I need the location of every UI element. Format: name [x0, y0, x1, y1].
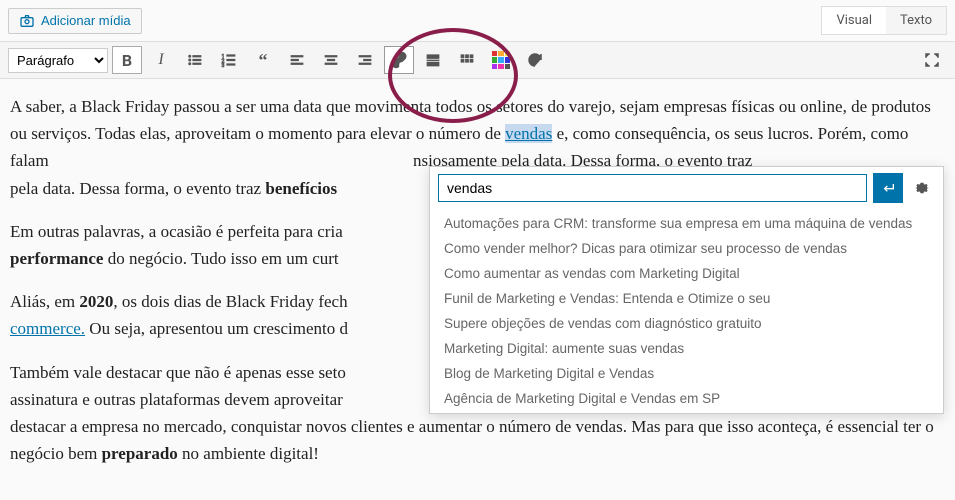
color-grid-icon [492, 51, 510, 69]
link-commerce[interactable]: commerce. [10, 319, 85, 338]
add-media-label: Adicionar mídia [41, 13, 131, 28]
align-left-button[interactable] [282, 46, 312, 74]
toolbar-toggle-button[interactable] [452, 46, 482, 74]
bold-button[interactable]: B [112, 46, 142, 74]
link-insert-popup: Automações para CRM: transforme sua empr… [429, 166, 944, 414]
numbered-list-button[interactable]: 123 [214, 46, 244, 74]
align-left-icon [288, 51, 306, 69]
italic-button[interactable]: I [146, 46, 176, 74]
add-media-button[interactable]: Adicionar mídia [8, 8, 142, 34]
suggestion-item[interactable]: Marketing Digital: aumente suas vendas [430, 336, 943, 361]
camera-icon [19, 13, 35, 29]
suggestion-item[interactable]: Supere objeções de vendas com diagnóstic… [430, 311, 943, 336]
align-center-icon [322, 51, 340, 69]
ol-icon: 123 [220, 51, 238, 69]
editor-mode-tabs: Visual Texto [821, 6, 947, 35]
suggestion-item[interactable]: Blog de Marketing Digital e Vendas [430, 361, 943, 386]
refresh-icon [526, 51, 544, 69]
svg-text:3: 3 [222, 63, 225, 69]
align-center-button[interactable] [316, 46, 346, 74]
blockquote-button[interactable]: “ [248, 46, 278, 74]
fullscreen-button[interactable] [917, 46, 947, 74]
editor-toolbar: Parágrafo B I 123 “ [0, 41, 955, 79]
link-icon [390, 51, 408, 69]
suggestion-item[interactable]: Automações para CRM: transforme sua empr… [430, 211, 943, 236]
align-right-button[interactable] [350, 46, 380, 74]
link-button[interactable] [384, 46, 414, 74]
suggestion-item[interactable]: Como aumentar as vendas com Marketing Di… [430, 261, 943, 286]
align-right-icon [356, 51, 374, 69]
insert-more-button[interactable] [418, 46, 448, 74]
enter-icon [880, 180, 896, 196]
expand-icon [923, 51, 941, 69]
refresh-button[interactable] [520, 46, 550, 74]
paragraph-format-select[interactable]: Parágrafo [8, 48, 108, 73]
bullet-list-button[interactable] [180, 46, 210, 74]
link-settings-button[interactable] [909, 175, 935, 201]
apply-link-button[interactable] [873, 173, 903, 203]
table-button[interactable] [486, 46, 516, 74]
suggestion-item[interactable]: Agência de Marketing Digital e Vendas em… [430, 386, 943, 411]
kitchen-sink-icon [458, 51, 476, 69]
tab-text[interactable]: Texto [886, 7, 946, 34]
ul-icon [186, 51, 204, 69]
link-suggestions-list: Automações para CRM: transforme sua empr… [430, 209, 943, 413]
suggestion-item[interactable]: Funil de Marketing e Vendas: Entenda e O… [430, 286, 943, 311]
readmore-icon [424, 51, 442, 69]
link-url-input[interactable] [438, 174, 867, 202]
tab-visual[interactable]: Visual [822, 7, 886, 34]
suggestion-item[interactable]: Como vender melhor? Dicas para otimizar … [430, 236, 943, 261]
gear-icon [913, 179, 931, 197]
link-vendas[interactable]: vendas [505, 124, 552, 143]
